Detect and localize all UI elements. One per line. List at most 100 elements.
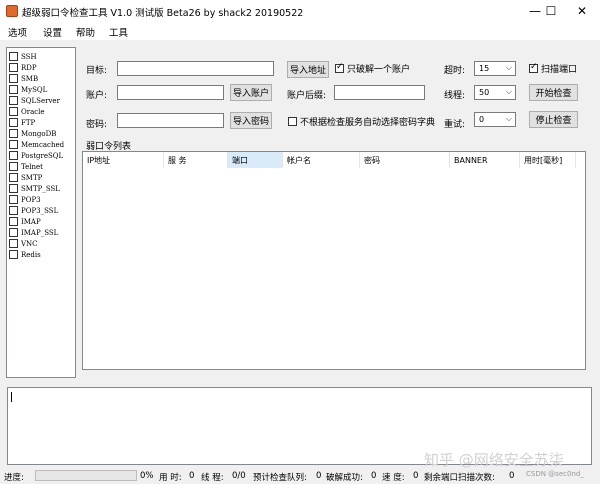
column-header-password[interactable]: 密码 (360, 152, 450, 168)
import-address-button[interactable]: 导入地址 (287, 61, 329, 78)
protocol-item-memcached[interactable]: Memcached (9, 139, 64, 150)
queue-label: 预计检查队列: (253, 473, 307, 483)
protocol-item-postgresql[interactable]: PostgreSQL (9, 150, 63, 161)
success-label: 破解成功: (326, 473, 363, 483)
success-value: 0 (371, 471, 377, 481)
checkbox-icon[interactable] (9, 151, 18, 160)
menu-bar: 选项 设置 帮助 工具 (0, 22, 600, 40)
column-header-port[interactable]: 端口 (228, 152, 283, 168)
scan-port-option[interactable]: 扫描端口 (529, 62, 577, 75)
chevron-down-icon: ⌵ (505, 63, 512, 72)
text-caret (11, 392, 12, 402)
protocol-item-imap-ssl[interactable]: IMAP_SSL (9, 227, 58, 238)
timeout-label: 超时: (444, 66, 466, 76)
protocol-item-mysql[interactable]: MySQL (9, 84, 47, 95)
checkbox-icon[interactable] (9, 129, 18, 138)
checkbox-icon[interactable] (9, 228, 18, 237)
protocol-item-ssh[interactable]: SSH (9, 51, 37, 62)
checkbox-icon[interactable] (9, 217, 18, 226)
chevron-down-icon: ⌵ (505, 114, 512, 123)
checkbox-checked-icon[interactable] (529, 62, 538, 73)
crack-one-account-option[interactable]: 只破解一个账户 (335, 62, 410, 75)
protocol-item-redis[interactable]: Redis (9, 249, 41, 260)
progress-label: 进度: (4, 473, 24, 483)
protocol-item-smb[interactable]: SMB (9, 73, 38, 84)
checkbox-icon[interactable] (9, 85, 18, 94)
checkbox-icon[interactable] (9, 63, 18, 72)
threads-status-label: 线 程: (201, 473, 224, 483)
elapsed-label: 用 时: (159, 473, 182, 483)
checkbox-icon[interactable] (9, 195, 18, 204)
target-label: 目标: (86, 66, 108, 76)
elapsed-value: 0 (189, 471, 195, 481)
title-bar: 超级弱口令检查工具 V1.0 测试版 Beta26 by shack2 2019… (0, 0, 600, 22)
column-header-time[interactable]: 用时[毫秒] (520, 152, 576, 168)
checkbox-icon[interactable] (9, 173, 18, 182)
threads-label: 线程: (444, 91, 466, 101)
watermark-text: 知乎 @网络安全苏柒 (424, 451, 564, 469)
speed-value: 0 (413, 471, 419, 481)
protocol-item-telnet[interactable]: Telnet (9, 161, 43, 172)
checkbox-icon[interactable] (9, 140, 18, 149)
protocol-item-mongodb[interactable]: MongoDB (9, 128, 56, 139)
timeout-select[interactable]: 15 ⌵ (474, 61, 516, 76)
protocol-item-imap[interactable]: IMAP (9, 216, 41, 227)
start-check-button[interactable]: 开始检查 (529, 84, 578, 101)
retry-select[interactable]: 0 ⌵ (474, 112, 516, 127)
column-header-banner[interactable]: BANNER (450, 152, 520, 168)
account-suffix-label: 账户后缀: (287, 91, 327, 101)
menu-settings[interactable]: 设置 (43, 25, 62, 39)
progress-bar (35, 470, 137, 481)
protocol-item-sqlserver[interactable]: SQLServer (9, 95, 60, 106)
account-label: 账户: (86, 91, 108, 101)
speed-label: 速 度: (382, 473, 405, 483)
checkbox-icon[interactable] (9, 239, 18, 248)
maximize-button[interactable]: ☐ (535, 0, 567, 22)
checkbox-icon[interactable] (9, 184, 18, 193)
menu-options[interactable]: 选项 (8, 25, 27, 39)
checkbox-checked-icon[interactable] (335, 62, 344, 73)
protocol-item-rdp[interactable]: RDP (9, 62, 37, 73)
checkbox-icon[interactable] (288, 117, 297, 126)
remaining-scans-value: 0 (509, 471, 515, 481)
checkbox-icon[interactable] (9, 118, 18, 127)
checkbox-icon[interactable] (9, 206, 18, 215)
remaining-scans-label: 剩余端口扫描次数: (424, 473, 495, 483)
password-input[interactable] (117, 113, 224, 128)
retry-label: 重试: (444, 120, 466, 130)
protocol-item-pop3-ssl[interactable]: POP3_SSL (9, 205, 58, 216)
checkbox-icon[interactable] (9, 250, 18, 259)
close-button[interactable]: ✕ (566, 0, 598, 22)
import-password-button[interactable]: 导入密码 (230, 112, 272, 129)
protocol-item-ftp[interactable]: FTP (9, 117, 35, 128)
checkbox-icon[interactable] (9, 162, 18, 171)
target-input[interactable] (117, 61, 274, 76)
protocol-item-vnc[interactable]: VNC (9, 238, 38, 249)
menu-help[interactable]: 帮助 (76, 25, 95, 39)
window-title: 超级弱口令检查工具 V1.0 测试版 Beta26 by shack2 2019… (22, 8, 304, 19)
protocol-list: SSH RDP SMB MySQL SQLServer Oracle FTP M… (6, 47, 76, 378)
protocol-item-pop3[interactable]: POP3 (9, 194, 41, 205)
account-suffix-input[interactable] (334, 85, 425, 100)
app-icon (6, 5, 18, 17)
menu-tools[interactable]: 工具 (109, 25, 128, 39)
column-header-service[interactable]: 服 务 (164, 152, 228, 168)
checkbox-icon[interactable] (9, 52, 18, 61)
column-header-ip[interactable]: IP地址 (83, 152, 164, 168)
stop-check-button[interactable]: 停止检查 (529, 111, 578, 128)
checkbox-icon[interactable] (9, 74, 18, 83)
status-bar: 进度: 0% 用 时: 0 线 程: 0/0 预计检查队列: 0 破解成功: 0… (0, 468, 600, 484)
threads-status-value: 0/0 (232, 471, 246, 481)
checkbox-icon[interactable] (9, 96, 18, 105)
import-account-button[interactable]: 导入账户 (230, 84, 272, 101)
results-table[interactable]: IP地址 服 务 端口 帐户名 密码 BANNER 用时[毫秒] (82, 151, 586, 370)
threads-select[interactable]: 50 ⌵ (474, 85, 516, 100)
protocol-item-oracle[interactable]: Oracle (9, 106, 45, 117)
protocol-item-smtp-ssl[interactable]: SMTP_SSL (9, 183, 60, 194)
protocol-item-smtp[interactable]: SMTP (9, 172, 42, 183)
account-input[interactable] (117, 85, 224, 100)
checkbox-icon[interactable] (9, 107, 18, 116)
chevron-down-icon: ⌵ (505, 87, 512, 96)
column-header-account[interactable]: 帐户名 (283, 152, 360, 168)
no-auto-dictionary-option[interactable]: 不根据检查服务自动选择密码字典 (288, 115, 435, 128)
